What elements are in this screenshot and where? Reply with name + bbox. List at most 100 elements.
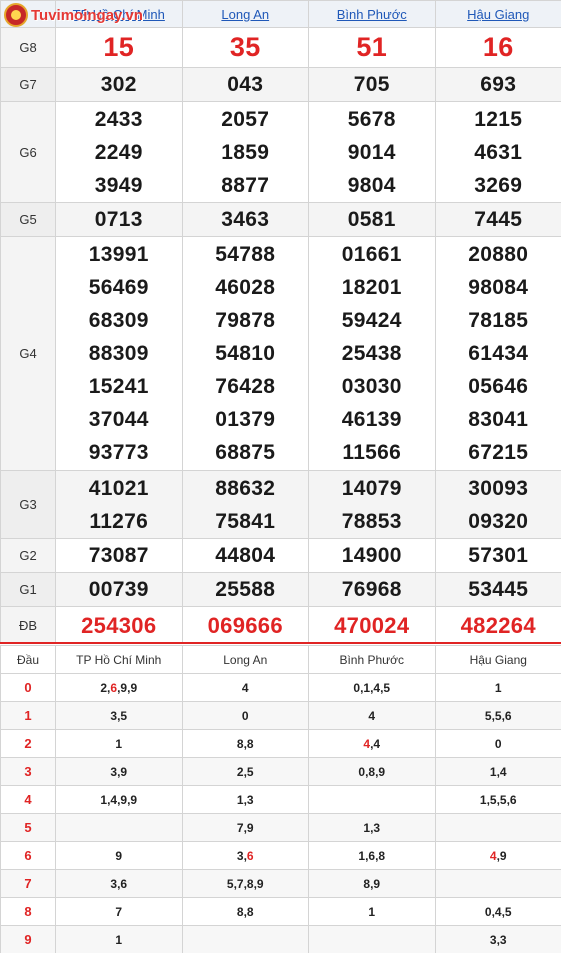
prize-number: 4631	[474, 140, 523, 164]
dau-row: 0 2,6,9,9 4 0,1,4,5 1	[0, 673, 561, 702]
dau-key: 7	[0, 869, 56, 898]
dau-cell: 9	[55, 841, 183, 870]
prize-cell: 25588	[181, 572, 309, 607]
prize-cell: 693	[434, 67, 561, 102]
prize-row: G4 13991 56469 68309 88309 15241 37044 93773 547…	[0, 236, 561, 471]
prize-number: 16	[482, 32, 514, 62]
dau-cell: 8,9	[308, 869, 436, 898]
prize-number: 25438	[341, 342, 402, 365]
province-header-row: Tuvimoingay.vn TP Hồ Chí Minh Long An Bì…	[0, 0, 561, 28]
prize-number: 7445	[474, 208, 523, 231]
dau-header-cell: Đầu	[0, 645, 56, 674]
prize-number: 25588	[215, 578, 276, 601]
dau-cell: 5,7,8,9	[181, 869, 309, 898]
prize-label: G5	[0, 202, 56, 237]
site-logo[interactable]: Tuvimoingay.vn	[4, 3, 143, 27]
prize-cell: 73087	[55, 538, 183, 573]
prize-number: 98084	[468, 276, 529, 299]
dau-cell: 4	[308, 701, 436, 730]
prize-number: 76428	[215, 375, 276, 398]
prize-body: G8 15 35 51 16 G7 302 043 705 693 G6 2433 2249 3949 20…	[0, 27, 561, 644]
prize-number: 2249	[94, 140, 143, 164]
dau-digit: 9	[120, 680, 128, 695]
prize-number: 03030	[341, 375, 402, 398]
prize-number: 54810	[215, 342, 276, 365]
prize-cell: 302	[55, 67, 183, 102]
dau-cell: 0,8,9	[308, 757, 436, 786]
prize-cell: 20880 98084 78185 61434 05646 83041 67215	[434, 236, 561, 471]
prize-label: G6	[0, 101, 56, 203]
prize-cell: 51	[308, 27, 436, 68]
prize-cell: 254306	[55, 606, 183, 644]
prize-number: 93773	[88, 441, 149, 464]
prize-number: 67215	[468, 441, 529, 464]
dau-key: 8	[0, 897, 56, 926]
dau-cell: 1	[55, 925, 183, 953]
province-link-longan[interactable]: Long An	[221, 7, 269, 22]
prize-number: 59424	[341, 309, 402, 332]
dau-digit: 3	[236, 848, 244, 863]
dau-cell	[55, 813, 183, 842]
prize-number: 3269	[474, 173, 523, 197]
logo-icon	[4, 3, 28, 27]
prize-cell: 44804	[181, 538, 309, 573]
prize-cell: 2433 2249 3949	[55, 101, 183, 203]
prize-number: 78185	[468, 309, 529, 332]
dau-cell	[434, 869, 561, 898]
prize-number: 00739	[88, 578, 149, 601]
dau-key: 4	[0, 785, 56, 814]
dau-digit: 6	[110, 680, 118, 695]
prize-label: G8	[0, 27, 56, 68]
dau-key: 0	[0, 673, 56, 702]
province-col-binhphuoc: Bình Phước	[308, 0, 436, 28]
dau-key: 5	[0, 813, 56, 842]
prize-number: 54788	[215, 243, 276, 266]
prize-cell: 53445	[434, 572, 561, 607]
prize-label: G1	[0, 572, 56, 607]
prize-number: 01379	[215, 408, 276, 431]
province-link-binhphuoc[interactable]: Bình Phước	[337, 7, 407, 22]
dau-body: 0 2,6,9,9 4 0,1,4,5 1 1 3,5 0 4 5,5,6 2 1 8,8 4,4 0 3 3,…	[0, 673, 561, 953]
dau-cell	[434, 813, 561, 842]
prize-label: ĐB	[0, 606, 56, 644]
prize-number: 73087	[88, 544, 149, 567]
prize-cell: 069666	[181, 606, 309, 644]
prize-cell: 7445	[434, 202, 561, 237]
dau-cell: 3,6	[181, 841, 309, 870]
prize-cell: 0581	[308, 202, 436, 237]
prize-number: 15241	[88, 375, 149, 398]
prize-number: 05646	[468, 375, 529, 398]
dau-header-cell: TP Hồ Chí Minh	[55, 645, 183, 674]
prize-cell: 76968	[308, 572, 436, 607]
prize-number: 2057	[221, 107, 270, 131]
prize-number: 46139	[341, 408, 402, 431]
dau-cell: 0,1,4,5	[308, 673, 436, 702]
prize-number: 11566	[342, 441, 402, 464]
dau-cell	[308, 785, 436, 814]
prize-number: 56469	[88, 276, 149, 299]
dau-digit: 4	[373, 736, 381, 751]
prize-row: G2 73087 44804 14900 57301	[0, 538, 561, 573]
prize-number: 14900	[341, 544, 402, 567]
dau-header-cell: Bình Phước	[308, 645, 436, 674]
province-col-haugiang: Hậu Giang	[434, 0, 561, 28]
dau-cell: 3,9	[55, 757, 183, 786]
dau-digit: 6	[246, 848, 254, 863]
prize-number: 88309	[88, 342, 149, 365]
prize-number: 11276	[89, 509, 149, 533]
section-divider	[0, 642, 561, 644]
dau-digit: 2	[100, 680, 108, 695]
dau-cell: 5,5,6	[434, 701, 561, 730]
dau-cell: 4	[181, 673, 309, 702]
prize-number: 75841	[215, 509, 276, 533]
prize-number: 3949	[94, 173, 143, 197]
province-link-haugiang[interactable]: Hậu Giang	[467, 7, 529, 22]
prize-number: 482264	[460, 612, 536, 638]
prize-cell: 5678 9014 9804	[308, 101, 436, 203]
dau-cell: 1,6,8	[308, 841, 436, 870]
prize-number: 53445	[468, 578, 529, 601]
dau-row: 6 9 3,6 1,6,8 4,9	[0, 841, 561, 870]
dau-key: 2	[0, 729, 56, 758]
dau-row: 9 1 3,3	[0, 925, 561, 953]
dau-cell: 1,3	[308, 813, 436, 842]
